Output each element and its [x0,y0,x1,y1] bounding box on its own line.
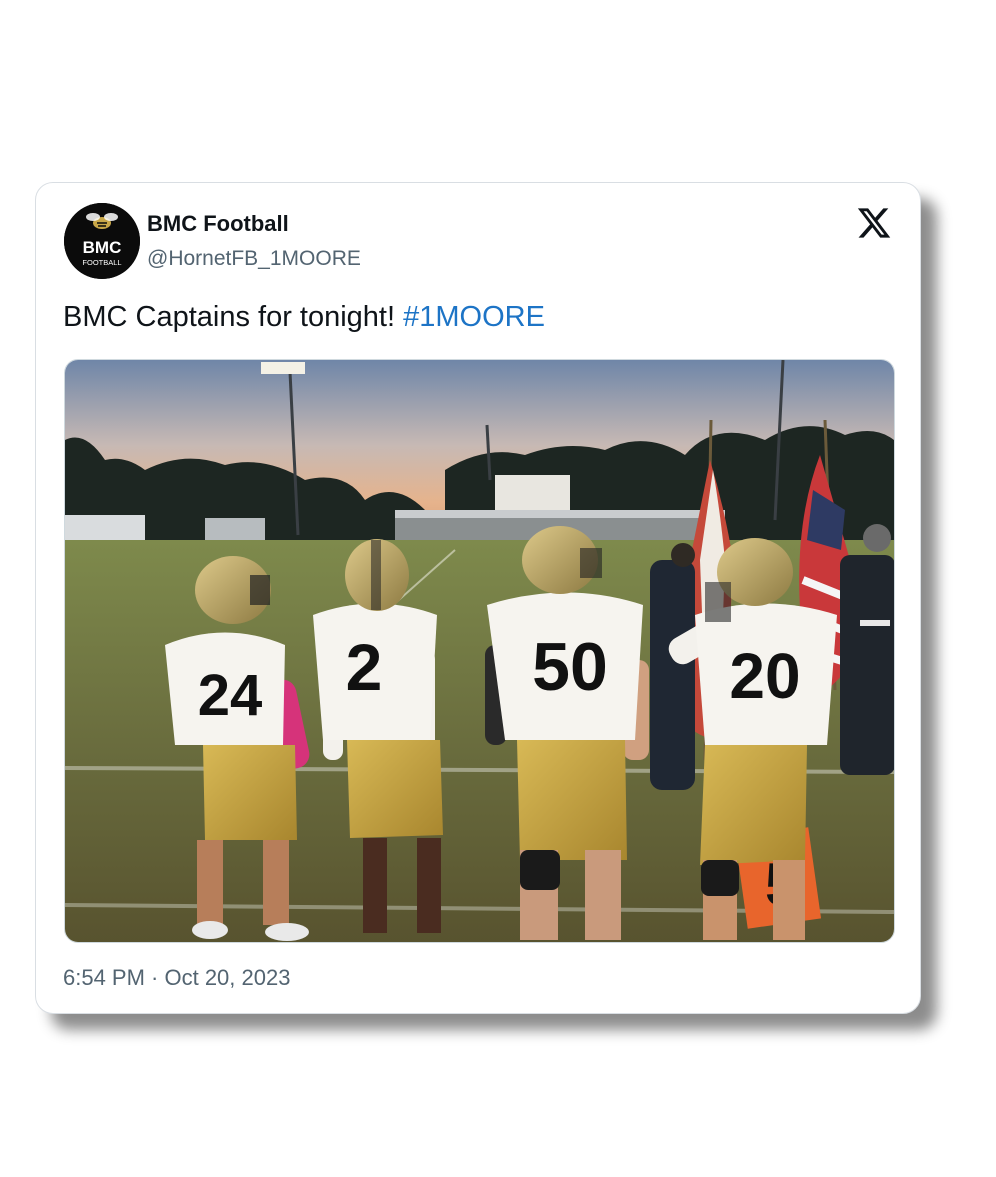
tweet-text: BMC Captains for tonight! #1MOORE [63,301,545,334]
jersey-number-50: 50 [532,629,608,705]
hashtag-link[interactable]: #1MOORE [403,301,545,333]
avatar-subtext: FOOTBALL [82,258,121,267]
hornet-logo-icon: BMC FOOTBALL [64,203,140,279]
jersey-number-20: 20 [729,640,800,712]
jersey-number-2: 2 [346,630,383,704]
x-logo-icon[interactable] [856,205,892,241]
tweet-body: BMC Captains for tonight! [63,301,404,333]
author-name[interactable]: BMC Football [147,211,289,237]
tweet-photo[interactable]: 5 [64,359,895,943]
tweet-card[interactable]: BMC FOOTBALL BMC Football @HornetFB_1MOO… [35,182,921,1014]
profile-avatar[interactable]: BMC FOOTBALL [64,203,140,279]
stadium-light [261,362,305,374]
jersey-number-24: 24 [198,663,263,728]
avatar-text: BMC [83,238,122,257]
tweet-timestamp[interactable]: 6:54 PM · Oct 20, 2023 [63,965,290,991]
author-handle[interactable]: @HornetFB_1MOORE [147,247,361,271]
